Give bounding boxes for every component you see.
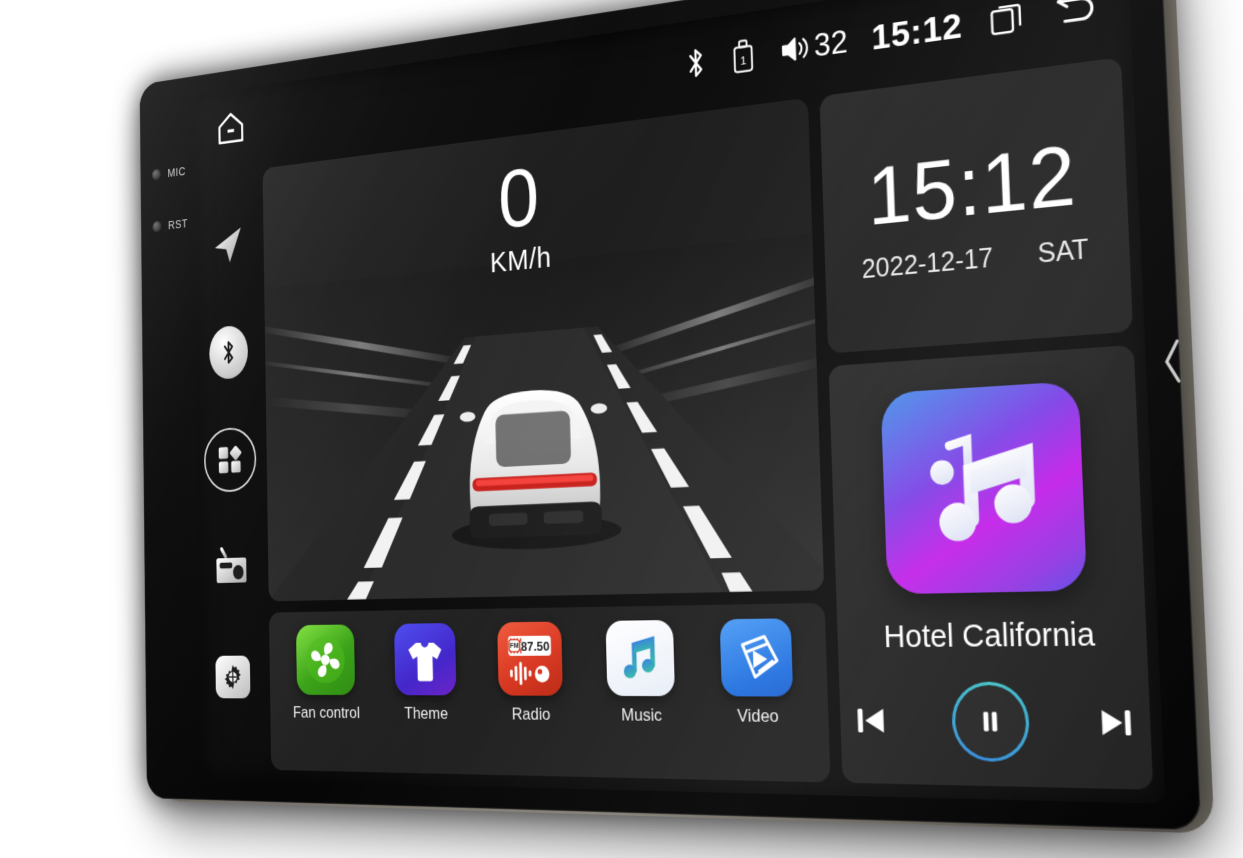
clock-time: 15:12 [865, 126, 1079, 243]
media-controls [850, 681, 1139, 763]
touchscreen[interactable]: 1 32 15:12 0 KM/h Fan control Theme 87.5… [193, 0, 1166, 804]
track-title: Hotel California [883, 616, 1096, 655]
app-label: Radio [511, 704, 551, 724]
media-widget[interactable]: Hotel California [828, 344, 1154, 790]
home-screen-content: 0 KM/h Fan control Theme 87.50 FM Radio … [258, 49, 1165, 804]
volume-indicator[interactable]: 32 [779, 23, 849, 69]
status-bar: 1 32 15:12 [194, 0, 1132, 172]
sidebar-item-settings[interactable] [204, 622, 262, 732]
card-gloss [819, 57, 1134, 354]
status-bar-clock: 15:12 [870, 4, 964, 58]
play-pause-inner [953, 684, 1028, 759]
app-theme[interactable]: Theme [382, 622, 470, 724]
radio-frequency: 87.50 [521, 639, 550, 654]
clock-weekday: SAT [1037, 233, 1090, 269]
previous-track-button[interactable] [851, 699, 891, 740]
device-bezel: MIC RST 1 32 15:12 0 KM/h Fan control Th… [139, 0, 1202, 831]
app-dock: Fan control Theme 87.50 FM Radio Music V… [268, 602, 831, 783]
mic-dot-icon [151, 168, 162, 181]
driving-widget[interactable]: 0 KM/h [262, 97, 825, 602]
reset-dot-icon [152, 220, 162, 233]
perspective-scene: MIC RST 1 32 15:12 0 KM/h Fan control Th… [0, 0, 1243, 858]
card-gloss [828, 344, 1154, 790]
app-label: Theme [404, 703, 449, 723]
apps-grid-icon [203, 426, 257, 494]
radio-tuner-icon: 87.50 FM [497, 621, 563, 696]
clock-subline: 2022-12-17 SAT [861, 233, 1089, 285]
right-column: 15:12 2022-12-17 SAT Hotel California [819, 57, 1154, 790]
speed-readout: 0 KM/h [263, 124, 813, 302]
app-label: Video [736, 705, 780, 727]
app-label: Fan control [292, 703, 361, 722]
app-rail [195, 164, 267, 781]
play-pause-button[interactable] [950, 681, 1031, 762]
left-column: 0 KM/h Fan control Theme 87.50 FM Radio … [262, 97, 831, 783]
music-note-icon [929, 380, 1087, 593]
sidebar-item-apps[interactable] [201, 404, 259, 515]
next-track-button[interactable] [1094, 700, 1139, 744]
app-video[interactable]: Video [705, 618, 808, 727]
screenshot-root: MIC RST 1 32 15:12 0 KM/h Fan control Th… [0, 0, 1243, 858]
music-note-icon [605, 619, 676, 697]
app-music[interactable]: Music [592, 619, 690, 727]
pause-icon [983, 711, 998, 731]
car-head-unit-device: MIC RST 1 32 15:12 0 KM/h Fan control Th… [139, 0, 1215, 834]
app-label: Music [621, 705, 663, 725]
radio-icon [212, 544, 247, 584]
app-radio[interactable]: 87.50 FM Radio [484, 621, 577, 725]
clock-widget[interactable]: 15:12 2022-12-17 SAT [819, 57, 1134, 354]
fan-icon [295, 624, 356, 696]
volume-level: 32 [813, 23, 849, 64]
film-play-icon [719, 618, 794, 697]
bluetooth-icon[interactable] [683, 44, 708, 81]
sidebar-item-radio[interactable] [203, 513, 261, 623]
home-icon[interactable] [214, 107, 247, 151]
status-icons: 1 32 15:12 [683, 0, 1099, 84]
settings-gear-icon [215, 655, 251, 699]
back-icon[interactable] [1050, 0, 1100, 34]
clock-date: 2022-12-17 [861, 242, 994, 285]
reset-label: RST [167, 216, 188, 233]
bluetooth-icon [209, 324, 249, 381]
app-fan-control[interactable]: Fan control [284, 624, 367, 723]
sidebar-item-navigation[interactable] [199, 189, 256, 301]
tshirt-icon [394, 622, 457, 696]
navigation-icon [214, 227, 242, 265]
sidebar-item-bluetooth[interactable] [200, 296, 258, 408]
usb-slot-number: 1 [740, 55, 747, 69]
radio-band: FM [510, 643, 519, 650]
mic-label: MIC [167, 164, 186, 180]
usb-drive-icon[interactable]: 1 [730, 37, 757, 75]
album-art[interactable] [880, 380, 1088, 594]
recent-apps-icon[interactable] [987, 0, 1027, 41]
